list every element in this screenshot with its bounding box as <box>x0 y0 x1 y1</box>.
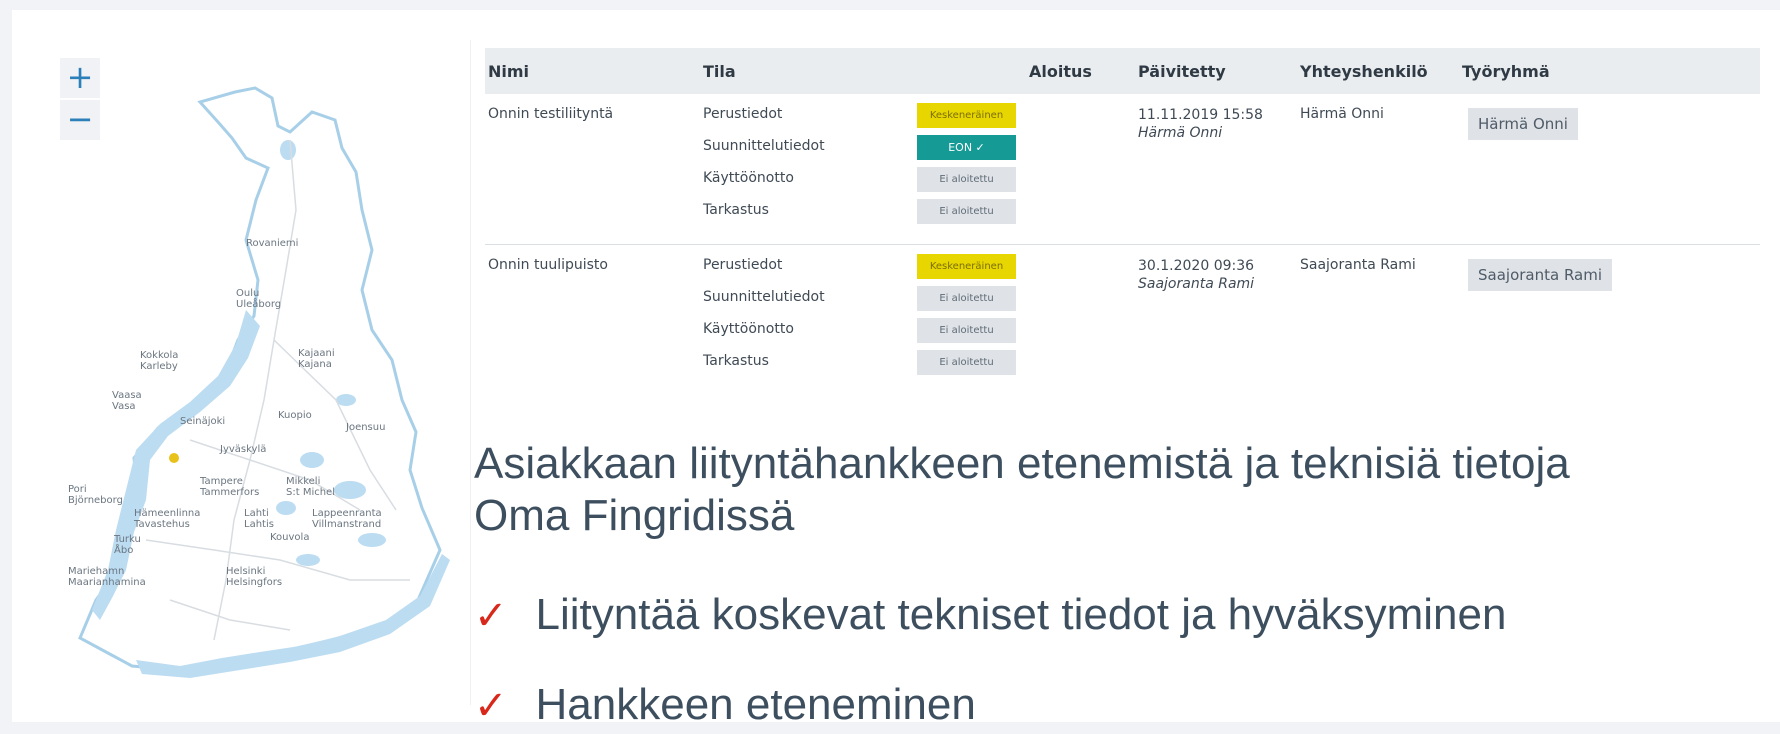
city-label-rovaniemi: Rovaniemi <box>246 238 298 249</box>
updated-cell: 30.1.2020 09:36 Saajoranta Rami <box>1138 257 1254 293</box>
phase-label: Käyttöönotto <box>703 170 794 186</box>
city-label-kajaani: Kajaani Kajana <box>298 348 335 370</box>
city-label-kouvola: Kouvola <box>270 532 309 543</box>
column-header-start[interactable]: Aloitus <box>1029 62 1092 81</box>
contact-person: Saajoranta Rami <box>1300 257 1416 273</box>
column-header-contact[interactable]: Yhteyshenkilö <box>1300 62 1428 81</box>
updated-date: 11.11.2019 15:58 <box>1138 107 1263 123</box>
zoom-out-button[interactable]: − <box>60 100 100 140</box>
status-badge[interactable]: Ei aloitettu <box>917 350 1016 375</box>
table-row[interactable]: Onnin tuulipuisto Perustiedot Keskeneräi… <box>485 245 1760 395</box>
status-badge[interactable]: Keskeneräinen <box>917 254 1016 279</box>
column-header-updated[interactable]: Päivitetty <box>1138 62 1226 81</box>
finland-map-graphic: Rovaniemi Oulu Uleåborg Kokkola Karleby Ka… <box>68 86 450 678</box>
city-label-seinajoki: Seinäjoki <box>180 416 225 427</box>
city-label-kuopio: Kuopio <box>278 410 312 421</box>
updated-date: 30.1.2020 09:36 <box>1138 258 1255 274</box>
lake-2 <box>334 481 366 499</box>
city-label-vaasa: Vaasa Vasa <box>112 390 142 412</box>
headline-line-1: Asiakkaan liityntähankkeen etenemistä ja… <box>474 439 1570 488</box>
project-name[interactable]: Onnin testiliityntä <box>488 106 613 122</box>
status-badge[interactable]: Ei aloitettu <box>917 199 1016 224</box>
phase-label: Tarkastus <box>703 353 769 369</box>
city-label-kokkola: Kokkola Karleby <box>140 350 178 372</box>
site-marker[interactable] <box>169 453 179 463</box>
checkmark-icon: ✓ <box>474 684 508 728</box>
status-badge[interactable]: Ei aloitettu <box>917 318 1016 343</box>
updated-by: Härmä Onni <box>1138 125 1223 141</box>
workgroup-tag[interactable]: Saajoranta Rami <box>1468 259 1613 291</box>
slide-headline: Asiakkaan liityntähankkeen etenemistä ja… <box>474 438 1780 542</box>
projects-table: Nimi Tila Aloitus Päivitetty Yhteyshenki… <box>485 48 1760 395</box>
phase-label: Suunnittelutiedot <box>703 138 825 154</box>
checkmark-icon: ✓ <box>474 594 508 638</box>
bullet-item: ✓ Hankkeen eteneminen <box>474 680 976 730</box>
lake-5 <box>296 554 320 566</box>
lake-6 <box>336 394 356 406</box>
bullet-text: Liityntää koskevat tekniset tiedot ja hy… <box>535 590 1507 639</box>
city-label-jyvaskyla: Jyväskylä <box>219 444 266 455</box>
lake-3 <box>276 501 296 515</box>
phase-label: Perustiedot <box>703 106 783 122</box>
city-label-pori: Pori Björneborg <box>68 484 123 506</box>
lake-4 <box>358 533 386 547</box>
updated-cell: 11.11.2019 15:58 Härmä Onni <box>1138 106 1263 142</box>
workgroup-tag[interactable]: Härmä Onni <box>1468 108 1578 140</box>
phase-label: Perustiedot <box>703 257 783 273</box>
column-header-workgroup[interactable]: Työryhmä <box>1462 62 1550 81</box>
city-label-joensuu: Joensuu <box>345 422 385 433</box>
lake-1 <box>300 452 324 468</box>
lake-7 <box>280 140 296 160</box>
finland-map[interactable]: Rovaniemi Oulu Uleåborg Kokkola Karleby Ka… <box>50 40 471 705</box>
status-badge[interactable]: Keskeneräinen <box>917 103 1016 128</box>
headline-line-2: Oma Fingridissä <box>474 491 795 540</box>
status-badge[interactable]: Ei aloitettu <box>917 167 1016 192</box>
table-header: Nimi Tila Aloitus Päivitetty Yhteyshenki… <box>485 48 1760 94</box>
column-header-name[interactable]: Nimi <box>488 62 529 81</box>
status-badge[interactable]: EON ✓ <box>917 135 1016 160</box>
updated-by: Saajoranta Rami <box>1138 276 1255 292</box>
phase-label: Suunnittelutiedot <box>703 289 825 305</box>
status-badge[interactable]: Ei aloitettu <box>917 286 1016 311</box>
column-header-status[interactable]: Tila <box>703 62 736 81</box>
project-name[interactable]: Onnin tuulipuisto <box>488 257 608 273</box>
table-row[interactable]: Onnin testiliityntä Perustiedot Keskener… <box>485 94 1760 245</box>
contact-person: Härmä Onni <box>1300 106 1384 122</box>
bullet-item: ✓ Liityntää koskevat tekniset tiedot ja h… <box>474 590 1506 640</box>
phase-label: Tarkastus <box>703 202 769 218</box>
city-label-lappeenranta: Lappeenranta Villmanstrand <box>312 508 382 530</box>
phase-label: Käyttöönotto <box>703 321 794 337</box>
bullet-text: Hankkeen eteneminen <box>535 680 976 729</box>
zoom-in-button[interactable]: + <box>60 58 100 98</box>
